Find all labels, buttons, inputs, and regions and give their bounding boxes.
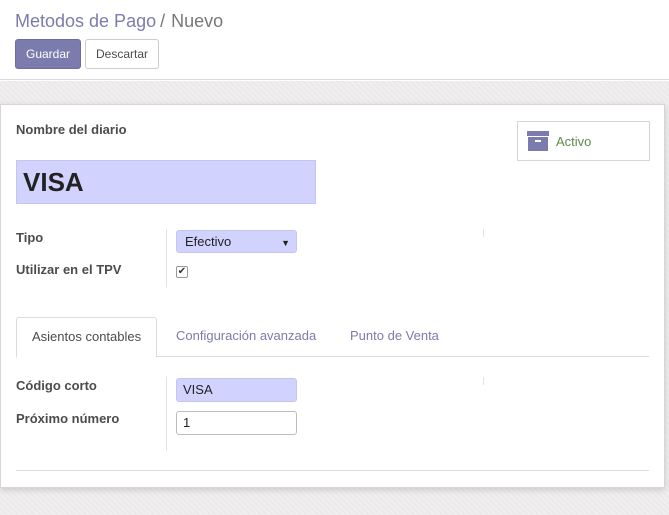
breadcrumb-separator: / [160, 11, 166, 31]
next-number-label: Próximo número [16, 411, 120, 426]
discard-button[interactable]: Descartar [85, 39, 159, 69]
pos-label: Utilizar en el TPV [16, 262, 122, 277]
journal-name-label: Nombre del diario [16, 122, 127, 137]
tab-point-of-sale[interactable]: Punto de Venta [335, 317, 454, 357]
journal-name-input[interactable]: VISA [16, 160, 316, 204]
notebook-bottom-divider [16, 470, 649, 471]
tab-advanced-settings[interactable]: Configuración avanzada [161, 317, 331, 357]
chevron-down-icon: ▼ [281, 238, 290, 248]
pos-checkbox[interactable]: ✔ [176, 266, 188, 278]
field-separator [166, 377, 167, 451]
group-separator [483, 229, 484, 237]
type-select[interactable]: Efectivo ▼ [176, 230, 297, 253]
archive-icon [527, 131, 549, 151]
breadcrumb: Metodos de Pago / Nuevo [15, 10, 223, 32]
next-number-input[interactable]: 1 [176, 411, 297, 435]
breadcrumb-parent-link[interactable]: Metodos de Pago [15, 11, 156, 31]
field-separator [166, 229, 167, 287]
breadcrumb-current: Nuevo [171, 11, 224, 31]
type-select-value: Efectivo [185, 234, 232, 249]
active-label: Activo [556, 134, 592, 149]
active-toggle-button[interactable]: Activo [517, 121, 650, 161]
form-sheet: Nombre del diario Activo VISA Tipo Utili… [0, 104, 665, 488]
group-separator [483, 377, 484, 385]
notebook-tabs: Asientos contables Configuración avanzad… [16, 317, 649, 358]
save-button[interactable]: Guardar [15, 39, 81, 69]
type-label: Tipo [16, 230, 44, 245]
tab-accounting-entries[interactable]: Asientos contables [16, 317, 158, 358]
control-panel: Metodos de Pago / Nuevo Guardar Descartar [0, 0, 669, 80]
short-code-label: Código corto [16, 378, 97, 393]
form-view: Nombre del diario Activo VISA Tipo Utili… [0, 81, 669, 515]
short-code-input[interactable]: VISA [176, 378, 297, 402]
